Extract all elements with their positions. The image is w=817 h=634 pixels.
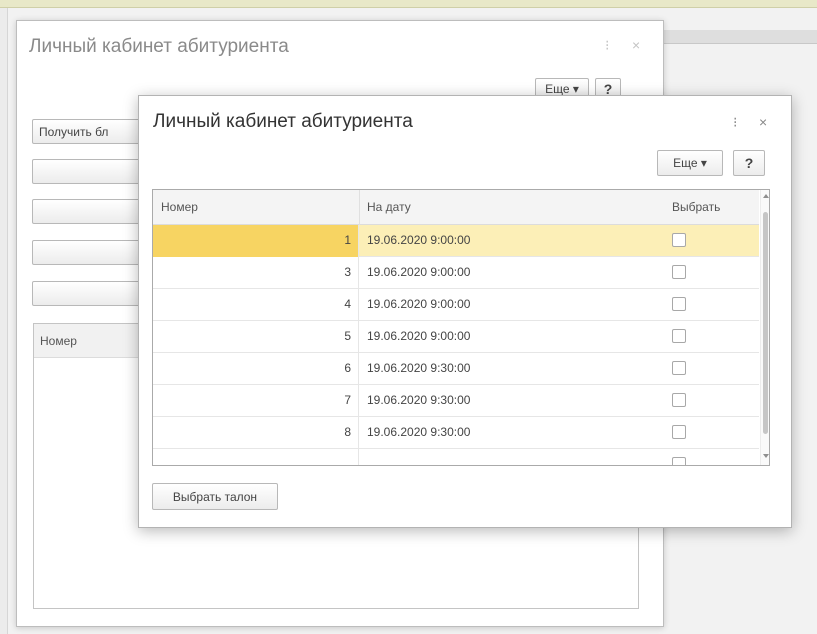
row-select-checkbox[interactable] <box>672 233 686 247</box>
desktop-left-strip <box>0 8 8 634</box>
row-select-checkbox[interactable] <box>672 329 686 343</box>
back-window-title: Личный кабинет абитуриента <box>29 36 289 57</box>
scroll-down-arrow-icon[interactable] <box>763 454 769 458</box>
scroll-thumb[interactable] <box>763 212 768 434</box>
column-header-number[interactable]: Номер <box>161 200 198 214</box>
cell-number: 7 <box>153 385 359 417</box>
column-separator <box>359 190 360 225</box>
cell-number: 3 <box>153 257 359 289</box>
column-header-date[interactable]: На дату <box>367 200 411 214</box>
row-select-checkbox[interactable] <box>672 425 686 439</box>
dialog-title: Личный кабинет абитуриента <box>153 111 413 132</box>
table-row[interactable]: 5 19.06.2020 9:00:00 <box>153 321 759 353</box>
select-ticket-button[interactable]: Выбрать талон <box>152 483 278 510</box>
help-button[interactable]: ? <box>733 150 765 176</box>
table-row[interactable]: 8 19.06.2020 9:30:00 <box>153 417 759 449</box>
dialog-close-icon[interactable]: × <box>759 114 767 130</box>
row-select-checkbox[interactable] <box>672 265 686 279</box>
row-select-checkbox[interactable] <box>672 457 686 465</box>
cell-number: 8 <box>153 417 359 449</box>
desktop-top-band <box>0 0 817 8</box>
table-row[interactable]: 1 19.06.2020 9:00:00 <box>153 225 759 257</box>
cell-date: 19.06.2020 9:30:00 <box>367 393 471 407</box>
back-window-menu-icon[interactable]: ⁝ <box>605 37 609 54</box>
table-row-partial[interactable] <box>153 449 759 465</box>
cell-number: 1 <box>153 225 359 257</box>
cell-date: 19.06.2020 9:00:00 <box>367 233 471 247</box>
more-button[interactable]: Еще ▾ <box>657 150 723 176</box>
column-header-select[interactable]: Выбрать <box>672 200 720 214</box>
cell-number: 4 <box>153 289 359 321</box>
scroll-up-arrow-icon[interactable] <box>763 194 769 198</box>
cell-number-partial <box>153 449 359 465</box>
table-row[interactable]: 3 19.06.2020 9:00:00 <box>153 257 759 289</box>
background-panel-strip <box>662 30 817 44</box>
row-select-checkbox[interactable] <box>672 361 686 375</box>
back-window-close-icon[interactable]: × <box>632 37 640 53</box>
table-header: Номер На дату Выбрать <box>153 190 759 225</box>
dialog-menu-icon[interactable]: ⁝ <box>733 114 737 131</box>
row-select-checkbox[interactable] <box>672 297 686 311</box>
cell-date: 19.06.2020 9:00:00 <box>367 297 471 311</box>
cell-number: 6 <box>153 353 359 385</box>
table-scrollbar[interactable] <box>760 190 769 465</box>
cell-number: 5 <box>153 321 359 353</box>
cell-date: 19.06.2020 9:30:00 <box>367 425 471 439</box>
table-row[interactable]: 6 19.06.2020 9:30:00 <box>153 353 759 385</box>
cell-date: 19.06.2020 9:30:00 <box>367 361 471 375</box>
tickets-table[interactable]: Номер На дату Выбрать 1 19.06.2020 9:00:… <box>152 189 770 466</box>
row-select-checkbox[interactable] <box>672 393 686 407</box>
table-row[interactable]: 7 19.06.2020 9:30:00 <box>153 385 759 417</box>
table-row[interactable]: 4 19.06.2020 9:00:00 <box>153 289 759 321</box>
dialog-window: Личный кабинет абитуриента ⁝ × Еще ▾ ? Н… <box>138 95 792 528</box>
cell-date: 19.06.2020 9:00:00 <box>367 265 471 279</box>
cell-date: 19.06.2020 9:00:00 <box>367 329 471 343</box>
